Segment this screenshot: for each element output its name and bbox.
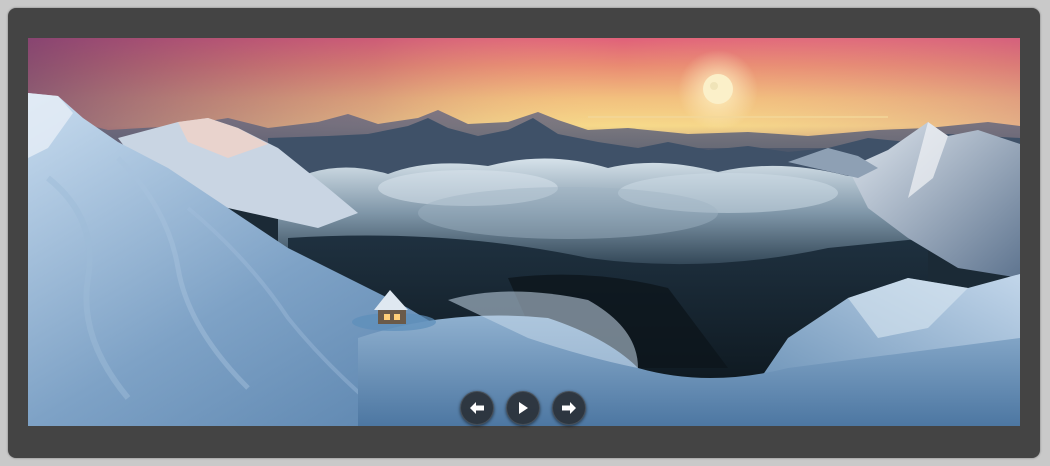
slider-controls [460,391,588,427]
arrow-right-icon [562,402,576,414]
play-icon [519,402,528,414]
previous-slide-button[interactable] [460,391,494,425]
arrow-left-icon [470,402,484,414]
slide-image [28,38,1020,426]
next-slide-button[interactable] [552,391,586,425]
panorama-image [28,38,1020,426]
play-button[interactable] [506,391,540,425]
